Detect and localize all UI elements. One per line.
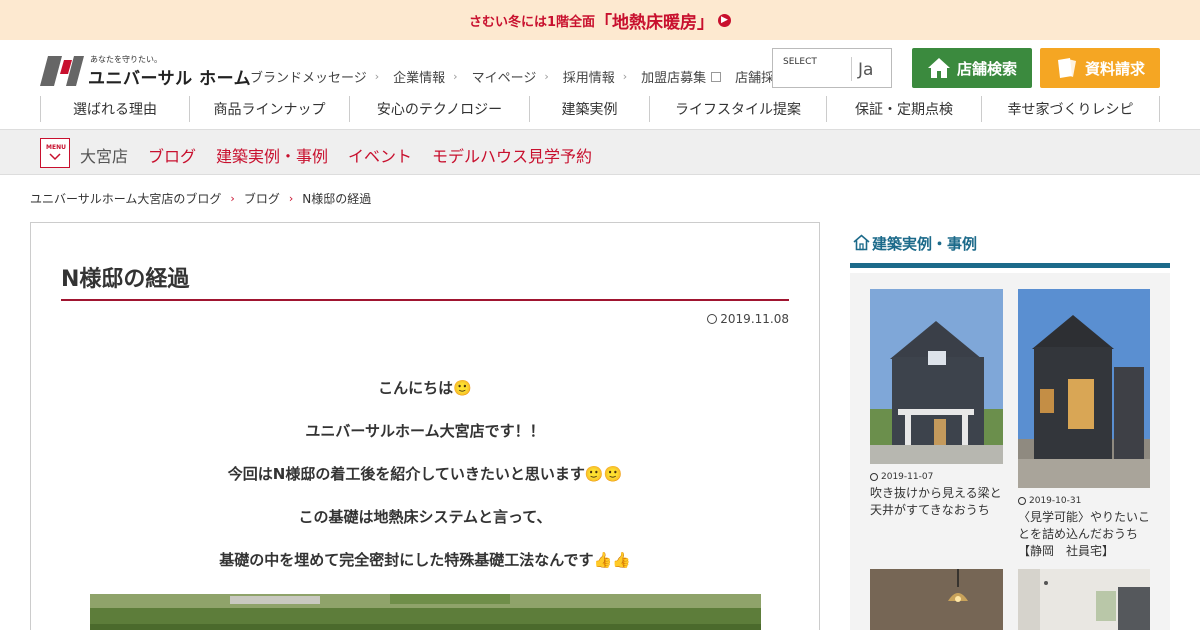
card-date: 2019-11-07 (870, 472, 1003, 482)
house-photo (1018, 289, 1150, 488)
example-card[interactable] (870, 569, 1003, 630)
store-name: 大宮店 (80, 147, 129, 166)
arrow-right-icon: ▶ (718, 13, 732, 27)
store-search-button[interactable]: 店舗検索 (912, 48, 1032, 88)
interior-photo (1018, 569, 1150, 630)
language-select[interactable]: SELECT Ja (772, 48, 892, 88)
logo-mark-icon (40, 56, 84, 86)
mainnav-label: 選ばれる理由 (73, 102, 157, 118)
article-paragraph: この基礎は地熱床システムと言って、 (298, 508, 552, 526)
clock-icon (870, 473, 878, 481)
mainnav-lineup[interactable]: 商品ラインナップ (189, 96, 349, 122)
store-search-label: 店舗検索 (956, 59, 1017, 78)
article-body: こんにちは🙂 ユニバーサルホーム大宮店です！！ 今回はN様邸の着工後を紹介してい… (31, 377, 819, 592)
chevron-right-icon: › (622, 70, 628, 83)
topnav-mypage[interactable]: マイページ › (472, 67, 549, 86)
clock-icon (707, 314, 718, 324)
store-link-blog[interactable]: ブログ (148, 143, 196, 167)
mainnav-lifestyle[interactable]: ライフスタイル提案 (649, 96, 826, 122)
sidebar-title: 建築実例・事例 (872, 235, 978, 253)
title-rule (61, 299, 789, 301)
topnav-label: ブランドメッセージ (250, 71, 367, 86)
breadcrumb: ユニバーサルホーム大宮店のブログ › ブログ › N様邸の経過 (30, 190, 371, 207)
example-card[interactable]: 2019-11-07 吹き抜けから見える梁と天井がすてきなおうち (870, 289, 1003, 519)
interior-photo (870, 569, 1003, 630)
logo[interactable]: あなたを守りたい。 ユニバーサル ホーム (40, 54, 251, 89)
mainnav-warranty[interactable]: 保証・定期点検 (826, 96, 981, 122)
top-nav: ブランドメッセージ › 企業情報 › マイページ › 採用情報 › 加盟店募集 … (250, 67, 842, 86)
article-paragraph: 基礎の中を埋めて完全密封にした特殊基礎工法なんです👍👍 (219, 551, 631, 569)
foundation-photo (90, 594, 761, 630)
sidebar-header: 建築実例・事例 (850, 230, 1170, 268)
mainnav-label: 安心のテクノロジー (376, 102, 503, 118)
mainnav-label: 保証・定期点検 (855, 102, 953, 118)
main-nav: 選ばれる理由 商品ラインナップ 安心のテクノロジー 建築実例 ライフスタイル提案… (40, 96, 1160, 122)
article-date: 2019.11.08 (707, 312, 789, 326)
mainnav-technology[interactable]: 安心のテクノロジー (349, 96, 529, 122)
campaign-banner[interactable]: さむい冬には1階全面 「地熱床暖房」 ▶ (0, 0, 1200, 40)
mainnav-label: 幸せ家づくりレシピ (1007, 102, 1134, 118)
house-photo (870, 289, 1003, 464)
article-paragraph: ユニバーサルホーム大宮店です！！ (305, 422, 545, 440)
request-docs-button[interactable]: 資料請求 (1040, 48, 1160, 88)
card-date: 2019-10-31 (1018, 496, 1150, 506)
external-link-icon (711, 71, 722, 82)
article-title: N様邸の経過 (61, 267, 190, 292)
blog-article: N様邸の経過 2019.11.08 こんにちは🙂 ユニバーサルホーム大宮店です！… (30, 222, 820, 630)
site-header: あなたを守りたい。 ユニバーサル ホーム ブランドメッセージ › 企業情報 › … (0, 40, 1200, 130)
store-link-examples[interactable]: 建築実例・事例 (216, 143, 328, 167)
house-outline-icon (853, 234, 870, 251)
divider (851, 57, 852, 81)
request-docs-label: 資料請求 (1084, 59, 1145, 78)
topnav-label: 企業情報 (393, 71, 446, 86)
chevron-right-icon: › (374, 70, 380, 83)
mainnav-examples[interactable]: 建築実例 (529, 96, 649, 122)
breadcrumb-item[interactable]: ブログ (244, 190, 280, 207)
banner-big-text: 「地熱床暖房」 (595, 12, 715, 33)
store-subbar: MENU 大宮店 ブログ 建築実例・事例 イベント モデルハウス見学予約 (0, 130, 1200, 175)
topnav-label: 加盟店募集 (641, 71, 707, 86)
mainnav-label: ライフスタイル提案 (675, 102, 801, 118)
logo-name: ユニバーサル ホーム (88, 69, 252, 89)
card-date-text: 2019-11-07 (881, 472, 934, 482)
example-card[interactable]: 2019-10-31 〈見学可能〉やりたいことを詰め込んだおうち【静岡 社員宅】 (1018, 289, 1150, 560)
card-title: 〈見学可能〉やりたいことを詰め込んだおうち【静岡 社員宅】 (1018, 510, 1151, 558)
house-icon (927, 58, 950, 78)
topnav-recruit[interactable]: 採用情報 › (563, 67, 627, 86)
chevron-right-icon: › (288, 192, 294, 205)
chevron-right-icon: › (453, 70, 458, 83)
language-select-value: Ja (858, 60, 874, 80)
mainnav-label: 建築実例 (561, 102, 618, 118)
sidebar-cards: 2019-11-07 吹き抜けから見える梁と天井がすてきなおうち 2019-10… (850, 273, 1170, 630)
chevron-right-icon: › (544, 70, 549, 83)
card-title: 吹き抜けから見える梁と天井がすてきなおうち (870, 486, 1002, 517)
article-date-text: 2019.11.08 (720, 312, 789, 326)
language-select-label: SELECT (783, 57, 817, 67)
documents-icon (1057, 58, 1076, 78)
store-links: ブログ 建築実例・事例 イベント モデルハウス見学予約 (148, 143, 612, 167)
chevron-right-icon: › (230, 192, 235, 205)
banner-small-text: さむい冬には1階全面 (468, 14, 596, 30)
topnav-label: 採用情報 (562, 71, 615, 86)
topnav-franchise[interactable]: 加盟店募集 (641, 67, 722, 86)
mainnav-label: 商品ラインナップ (213, 102, 326, 118)
mainnav-reasons[interactable]: 選ばれる理由 (40, 96, 189, 122)
breadcrumb-item[interactable]: ユニバーサルホーム大宮店のブログ (30, 190, 221, 207)
mainnav-recipe[interactable]: 幸せ家づくりレシピ (981, 96, 1160, 122)
store-link-events[interactable]: イベント (348, 143, 412, 167)
clock-icon (1018, 497, 1026, 505)
menu-button[interactable]: MENU (40, 138, 70, 168)
topnav-brand-message[interactable]: ブランドメッセージ › (250, 67, 379, 86)
card-date-text: 2019-10-31 (1029, 496, 1082, 506)
example-card[interactable] (1018, 569, 1150, 630)
store-link-model-house[interactable]: モデルハウス見学予約 (432, 143, 592, 167)
article-paragraph: こんにちは🙂 (378, 379, 472, 397)
topnav-company[interactable]: 企業情報 › (393, 67, 457, 86)
topnav-label: マイページ (471, 71, 537, 86)
article-paragraph: 今回はN様邸の着工後を紹介していきたいと思います🙂🙂 (227, 465, 623, 483)
chevron-down-icon (49, 153, 61, 161)
breadcrumb-current: N様邸の経過 (302, 192, 372, 206)
